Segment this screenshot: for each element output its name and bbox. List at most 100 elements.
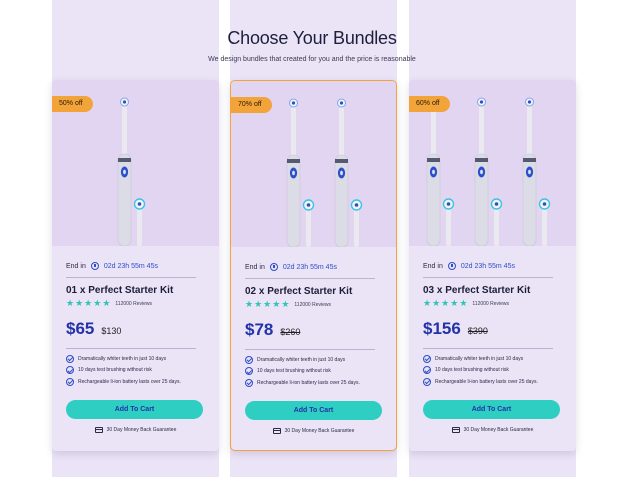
star-icon: ★: [423, 298, 432, 308]
divider: [245, 349, 375, 350]
bundle-card: 60% off End in 02d 23h 55m 45s 03 x Perfect…: [409, 80, 576, 451]
original-price: $260: [280, 327, 301, 337]
money-back-guarantee: 30 Day Money Back Guarantee: [231, 428, 396, 434]
page-title: Choose Your Bundles: [227, 28, 397, 48]
review-count: 112000 Reviews: [294, 301, 331, 308]
countdown-time: 02d 23h 55m 45s: [103, 262, 158, 270]
bundle-card: 50% off End in 02d 23h 55m 45s 01 x Perfect…: [52, 80, 219, 451]
divider: [423, 277, 553, 278]
original-price: $390: [467, 326, 488, 336]
price-row: $65 $130: [66, 319, 121, 339]
feature-text: Rechargeable li-ion battery lasts over 2…: [435, 378, 538, 385]
feature-text: 10 days test brushing without risk: [257, 368, 331, 375]
star-icon: ★: [245, 299, 254, 309]
check-circle-icon: [245, 367, 253, 376]
check-circle-icon: [423, 377, 431, 386]
check-circle-icon: [66, 366, 74, 375]
clock-icon: [269, 263, 278, 271]
check-circle-icon: [245, 378, 253, 387]
original-price: $130: [101, 326, 122, 336]
feature-text: Rechargeable li-ion battery lasts over 2…: [257, 379, 360, 386]
add-to-cart-button[interactable]: Add To Cart: [245, 401, 382, 420]
feature-item: Dramatically whiter teeth in just 10 day…: [423, 353, 538, 365]
bundle-name: 03 x Perfect Starter Kit: [423, 285, 531, 296]
feature-item: 10 days test brushing without risk: [66, 365, 181, 377]
check-circle-icon: [66, 354, 74, 363]
review-count: 112000 Reviews: [115, 300, 152, 307]
countdown-label: End in: [423, 262, 443, 270]
feature-list: Dramatically whiter teeth in just 10 day…: [66, 353, 181, 388]
feature-list: Dramatically whiter teeth in just 10 day…: [245, 354, 360, 389]
current-price: $156: [423, 319, 461, 338]
feature-item: Rechargeable li-ion battery lasts over 2…: [245, 377, 360, 389]
star-icon: ★: [441, 298, 450, 308]
countdown-time: 02d 23h 55m 45s: [282, 263, 337, 271]
star-icon: ★: [281, 299, 290, 309]
star-icon: ★: [254, 299, 263, 309]
feature-text: Dramatically whiter teeth in just 10 day…: [257, 356, 346, 363]
guarantee-text: 30 Day Money Back Guarantee: [284, 428, 355, 434]
feature-item: Dramatically whiter teeth in just 10 day…: [245, 354, 360, 366]
discount-badge: 50% off: [52, 96, 93, 112]
star-icon: ★: [84, 298, 93, 308]
clock-icon: [447, 262, 456, 270]
feature-text: 10 days test brushing without risk: [435, 367, 509, 374]
feature-item: Dramatically whiter teeth in just 10 day…: [66, 353, 181, 365]
add-to-cart-button[interactable]: Add To Cart: [423, 400, 560, 419]
bundle-name: 02 x Perfect Starter Kit: [245, 286, 353, 297]
star-icon: ★: [263, 299, 272, 309]
clock-icon: [90, 262, 99, 270]
countdown: End in 02d 23h 55m 45s: [245, 263, 337, 271]
divider: [245, 278, 375, 279]
countdown-label: End in: [66, 262, 86, 270]
countdown-label: End in: [245, 263, 265, 271]
current-price: $65: [66, 319, 95, 338]
credit-card-icon: [451, 427, 460, 433]
countdown: End in 02d 23h 55m 45s: [423, 262, 515, 270]
star-icon: ★: [102, 298, 111, 308]
rating-stars: ★ ★ ★ ★ ★ 112000 Reviews: [66, 299, 152, 308]
divider: [66, 348, 196, 349]
price-row: $78 $260: [245, 320, 300, 340]
discount-badge: 60% off: [409, 96, 450, 112]
bundle-card: 70% off End in 02d 23h 55m 45s 02 x Perfect…: [230, 80, 397, 451]
check-circle-icon: [423, 366, 431, 375]
feature-item: Rechargeable li-ion battery lasts over 2…: [66, 376, 181, 388]
star-icon: ★: [66, 298, 75, 308]
guarantee-text: 30 Day Money Back Guarantee: [106, 427, 177, 433]
feature-item: 10 days test brushing without risk: [423, 365, 538, 377]
countdown-time: 02d 23h 55m 45s: [460, 262, 515, 270]
countdown: End in 02d 23h 55m 45s: [66, 262, 158, 270]
rating-stars: ★ ★ ★ ★ ★ 112000 Reviews: [423, 299, 509, 308]
divider: [423, 348, 553, 349]
review-count: 112000 Reviews: [472, 300, 509, 307]
feature-text: 10 days test brushing without risk: [78, 367, 152, 374]
feature-text: Dramatically whiter teeth in just 10 day…: [78, 355, 167, 362]
guarantee-text: 30 Day Money Back Guarantee: [463, 427, 534, 433]
add-to-cart-button[interactable]: Add To Cart: [66, 400, 203, 419]
feature-text: Rechargeable li-ion battery lasts over 2…: [78, 378, 181, 385]
divider: [66, 277, 196, 278]
star-icon: ★: [93, 298, 102, 308]
money-back-guarantee: 30 Day Money Back Guarantee: [409, 427, 576, 433]
credit-card-icon: [94, 427, 103, 433]
rating-stars: ★ ★ ★ ★ ★ 112000 Reviews: [245, 300, 331, 309]
credit-card-icon: [272, 428, 281, 434]
star-icon: ★: [450, 298, 459, 308]
star-icon: ★: [432, 298, 441, 308]
money-back-guarantee: 30 Day Money Back Guarantee: [52, 427, 219, 433]
check-circle-icon: [245, 355, 253, 364]
star-icon: ★: [75, 298, 84, 308]
price-row: $156 $390: [423, 319, 488, 339]
feature-text: Dramatically whiter teeth in just 10 day…: [435, 355, 524, 362]
discount-badge: 70% off: [231, 97, 272, 113]
page-subtitle: We design bundles that created for you a…: [208, 56, 416, 63]
star-icon: ★: [272, 299, 281, 309]
check-circle-icon: [66, 377, 74, 386]
feature-list: Dramatically whiter teeth in just 10 day…: [423, 353, 538, 388]
star-icon: ★: [459, 298, 468, 308]
current-price: $78: [245, 320, 274, 339]
bundle-name: 01 x Perfect Starter Kit: [66, 285, 174, 296]
check-circle-icon: [423, 354, 431, 363]
section-header: Choose Your Bundles We design bundles th…: [0, 0, 624, 63]
